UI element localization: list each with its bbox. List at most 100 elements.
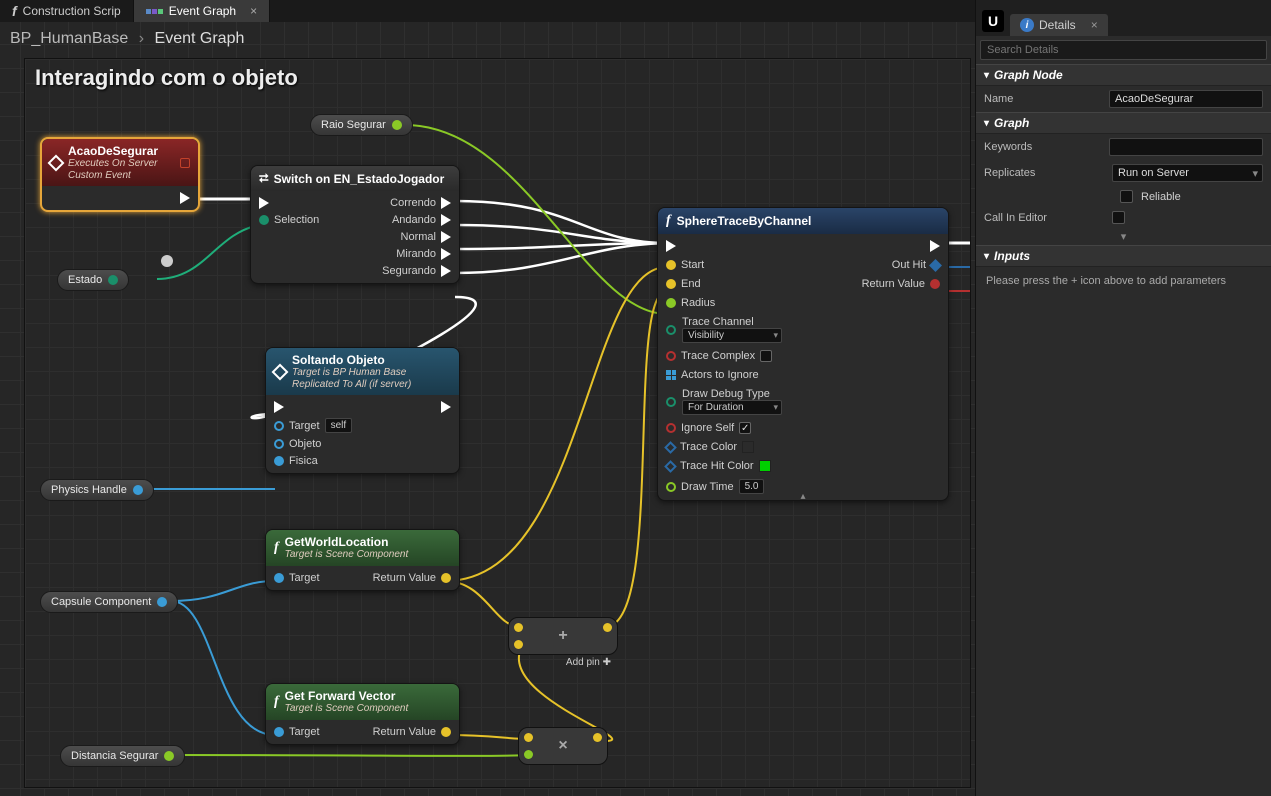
pin-end[interactable]: End xyxy=(666,278,782,290)
pin-enum-out[interactable] xyxy=(108,275,118,285)
node-multiply[interactable]: × xyxy=(518,727,608,765)
draw-time-value[interactable]: 5.0 xyxy=(739,479,765,494)
checkbox[interactable] xyxy=(760,350,772,362)
call-in-editor-checkbox[interactable] xyxy=(1112,211,1125,224)
pin-obj-out[interactable] xyxy=(133,485,143,495)
expand-icon[interactable]: ▴ xyxy=(800,491,805,502)
tab-event-graph[interactable]: Event Graph xyxy=(134,0,270,22)
tab-label: Construction Scrip xyxy=(23,4,121,18)
node-add[interactable]: + Add pin ✚ xyxy=(508,617,618,655)
pin-out-segurando[interactable]: Segurando xyxy=(382,265,451,277)
node-get-forward-vector[interactable]: f Get Forward Vector Target is Scene Com… xyxy=(265,683,460,745)
pin-target[interactable]: Targetself xyxy=(274,418,352,433)
reliable-checkbox[interactable] xyxy=(1120,190,1133,203)
pin-in-a[interactable] xyxy=(524,733,533,742)
pin-fisica[interactable]: Fisica xyxy=(274,455,352,467)
var-physics-handle[interactable]: Physics Handle xyxy=(40,479,154,501)
search-input[interactable] xyxy=(980,40,1267,60)
name-input[interactable] xyxy=(1109,90,1263,108)
pin-draw-time[interactable]: Draw Time5.0 xyxy=(666,479,782,494)
node-soltando-objeto[interactable]: Soltando Objeto Target is BP Human Base … xyxy=(265,347,460,474)
add-pin-button[interactable]: Add pin ✚ xyxy=(566,657,611,668)
pin-out[interactable] xyxy=(593,733,602,742)
pin-exec-out[interactable] xyxy=(930,240,940,252)
pin-target[interactable]: Target xyxy=(274,572,320,584)
pin-return[interactable]: Return Value xyxy=(862,278,940,290)
pin-out-mirando[interactable]: Mirando xyxy=(396,248,451,260)
details-panel: U i Details × Graph Node Name Graph Keyw… xyxy=(975,0,1271,796)
expand-section-icon[interactable]: ▾ xyxy=(976,228,1271,245)
section-inputs[interactable]: Inputs xyxy=(976,245,1271,267)
pin-trace-channel[interactable] xyxy=(666,325,676,335)
pin-ignore-self[interactable]: Ignore Self✓ xyxy=(666,422,782,434)
trace-channel-select[interactable]: Visibility xyxy=(682,328,782,343)
node-header[interactable]: AcaoDeSegurar Executes On Server Custom … xyxy=(42,139,198,186)
pin-out[interactable] xyxy=(603,623,612,632)
details-tab[interactable]: i Details × xyxy=(1010,14,1108,36)
node-header[interactable]: f SphereTraceByChannel xyxy=(658,208,948,234)
node-switch-estado[interactable]: ⮂ Switch on EN_EstadoJogador Selection C… xyxy=(250,165,460,284)
pin-exec-out[interactable] xyxy=(441,401,451,413)
pin-start[interactable]: Start xyxy=(666,259,782,271)
pin-obj-out[interactable] xyxy=(157,597,167,607)
keywords-input[interactable] xyxy=(1109,138,1263,156)
label: Name xyxy=(984,93,1101,105)
pin-in-b[interactable] xyxy=(514,640,523,649)
pin-in-a[interactable] xyxy=(514,623,523,632)
pin-return[interactable]: Return Value xyxy=(373,726,451,738)
graph-area: f Construction Scrip Event Graph BP_Huma… xyxy=(0,0,975,796)
pin-actors-ignore[interactable]: Actors to Ignore xyxy=(666,369,782,381)
color-swatch[interactable] xyxy=(742,441,754,453)
graph-canvas[interactable]: Interagindo com o objeto xyxy=(24,58,971,788)
node-header[interactable]: f Get Forward Vector Target is Scene Com… xyxy=(266,684,459,720)
node-get-world-location[interactable]: f GetWorldLocation Target is Scene Compo… xyxy=(265,529,460,591)
inputs-note: Please press the + icon above to add par… xyxy=(976,267,1271,295)
breadcrumb-root[interactable]: BP_HumanBase xyxy=(10,30,128,47)
pin-draw-debug[interactable] xyxy=(666,397,676,407)
pin-trace-hit-color[interactable]: Trace Hit Color xyxy=(666,460,782,472)
var-raio-segurar[interactable]: Raio Segurar xyxy=(310,114,413,136)
tab-construction[interactable]: f Construction Scrip xyxy=(0,0,134,22)
draw-debug-select[interactable]: For Duration xyxy=(682,400,782,415)
comment-title[interactable]: Interagindo com o objeto xyxy=(35,65,298,91)
pin-float-out[interactable] xyxy=(164,751,174,761)
prop-keywords: Keywords xyxy=(976,134,1271,160)
checkbox[interactable]: ✓ xyxy=(739,422,751,434)
node-acao-de-segurar[interactable]: AcaoDeSegurar Executes On Server Custom … xyxy=(40,137,200,212)
editor-tabs: f Construction Scrip Event Graph xyxy=(0,0,975,22)
pin-target[interactable]: Target xyxy=(274,726,320,738)
pin-out-andando[interactable]: Andando xyxy=(392,214,451,226)
node-sphere-trace[interactable]: f SphereTraceByChannel Start End Radius … xyxy=(657,207,949,501)
pin-radius[interactable]: Radius xyxy=(666,297,782,309)
plus-icon: + xyxy=(558,627,567,645)
pin-trace-color[interactable]: Trace Color xyxy=(666,441,782,453)
pin-trace-complex[interactable]: Trace Complex xyxy=(666,350,782,362)
section-graph[interactable]: Graph xyxy=(976,112,1271,134)
var-capsule-component[interactable]: Capsule Component xyxy=(40,591,178,613)
pin-out-hit[interactable]: Out Hit xyxy=(892,259,940,271)
section-graph-node[interactable]: Graph Node xyxy=(976,64,1271,86)
replicates-select[interactable]: Run on Server xyxy=(1112,164,1263,182)
pin-selection[interactable]: Selection xyxy=(259,214,319,226)
pin-exec-out[interactable] xyxy=(180,192,190,204)
pin-objeto[interactable]: Objeto xyxy=(274,438,352,450)
close-icon[interactable]: × xyxy=(1091,18,1098,32)
pin-exec-in[interactable] xyxy=(259,197,319,209)
pin-exec-in[interactable] xyxy=(274,401,352,413)
unreal-logo-icon[interactable]: U xyxy=(982,10,1004,32)
pin-in-b[interactable] xyxy=(524,750,533,759)
pin-float-out[interactable] xyxy=(392,120,402,130)
node-title: Switch on EN_EstadoJogador xyxy=(274,172,445,186)
pin-return[interactable]: Return Value xyxy=(373,572,451,584)
pin-exec-in[interactable] xyxy=(666,240,782,252)
var-distancia-segurar[interactable]: Distancia Segurar xyxy=(60,745,185,767)
var-estado[interactable]: Estado xyxy=(57,269,129,291)
node-title: SphereTraceByChannel xyxy=(677,214,812,228)
pin-out-correndo[interactable]: Correndo xyxy=(390,197,451,209)
color-swatch[interactable] xyxy=(759,460,771,472)
node-header[interactable]: f GetWorldLocation Target is Scene Compo… xyxy=(266,530,459,566)
pin-out-normal[interactable]: Normal xyxy=(401,231,451,243)
tab-label: Event Graph xyxy=(169,4,236,18)
node-header[interactable]: ⮂ Switch on EN_EstadoJogador xyxy=(251,166,459,191)
node-header[interactable]: Soltando Objeto Target is BP Human Base … xyxy=(266,348,459,395)
